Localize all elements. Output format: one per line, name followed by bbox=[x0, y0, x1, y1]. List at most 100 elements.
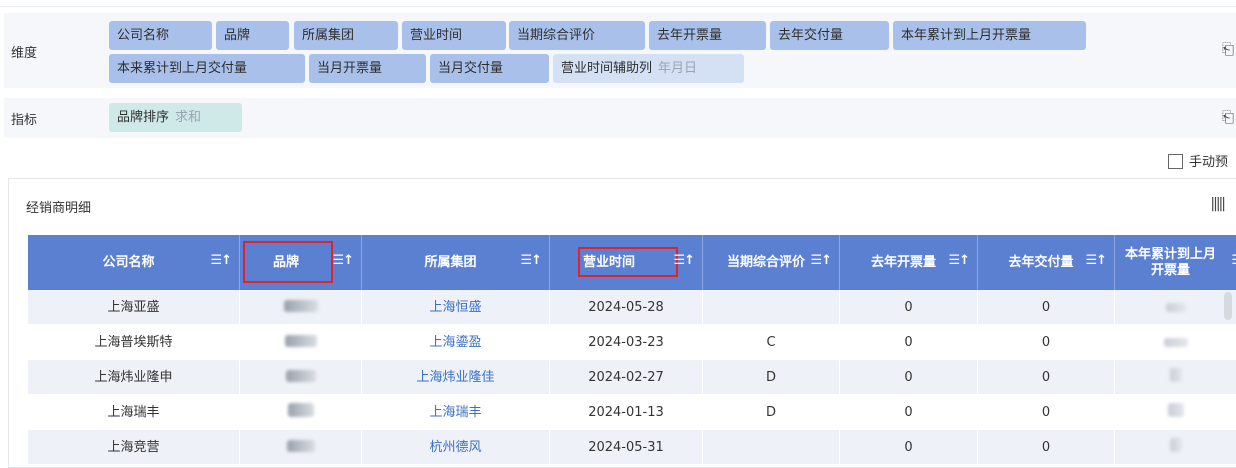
cell-group-link[interactable]: 上海瑞丰 bbox=[362, 395, 550, 430]
dimension-field-open-time[interactable]: 营业时间 bbox=[402, 21, 506, 50]
table-row[interactable]: 上海竞营 杭州德风 2024-05-31 0 0 bbox=[28, 430, 1236, 465]
column-header-company[interactable]: 公司名称 ☰↑ bbox=[28, 235, 240, 290]
cell-group-link[interactable]: 杭州德风 bbox=[362, 430, 550, 465]
table-row[interactable]: 上海亚盛 上海恒盛 2024-05-28 0 0 bbox=[28, 290, 1236, 325]
table-row[interactable]: 上海普埃斯特 上海鎏盈 2024-03-23 C 0 0 bbox=[28, 325, 1236, 360]
data-table: 公司名称 ☰↑ 品牌 ☰↑ 所属集团 ☰↑ 营业时间 ☰↑ 当期综合评价 ☰↑ 去年开票量… bbox=[28, 235, 1236, 465]
field-label: 去年交付量 bbox=[778, 28, 844, 43]
column-label: 公司名称 bbox=[102, 254, 155, 270]
cell-open-date: 2024-05-28 bbox=[550, 290, 703, 325]
column-label: 去年交付量 bbox=[1008, 254, 1074, 270]
field-label: 品牌排序 bbox=[117, 110, 170, 125]
column-header-ytd-invoice[interactable]: 本年累计到上月开票量 ☰ bbox=[1115, 235, 1236, 290]
cell-brand bbox=[240, 360, 362, 395]
cell-last-year-invoice: 0 bbox=[840, 290, 978, 325]
panel-title: 经销商明细 bbox=[26, 201, 92, 216]
column-header-rating[interactable]: 当期综合评价 ☰↑ bbox=[703, 235, 840, 290]
field-label: 当期综合评价 bbox=[517, 28, 596, 43]
redacted-text bbox=[283, 300, 318, 312]
dimension-field-company[interactable]: 公司名称 bbox=[109, 21, 212, 50]
dimension-field-rating[interactable]: 当期综合评价 bbox=[509, 21, 645, 50]
cell-ytd-invoice bbox=[1115, 290, 1236, 325]
sort-icon[interactable]: ☰↑ bbox=[810, 253, 832, 269]
column-label: 所属集团 bbox=[424, 254, 477, 270]
cell-rating bbox=[703, 290, 840, 325]
cell-last-year-delivery: 0 bbox=[978, 395, 1115, 430]
redacted-text bbox=[1169, 438, 1182, 452]
indicator-field-brand-sort[interactable]: 品牌排序 求和 bbox=[109, 103, 242, 132]
table-body: 上海亚盛 上海恒盛 2024-05-28 0 0 上海普埃斯特 上海鎏盈 202… bbox=[28, 290, 1236, 465]
dimension-field-group[interactable]: 所属集团 bbox=[294, 21, 398, 50]
column-header-last-year-invoice[interactable]: 去年开票量 ☰↑ bbox=[840, 235, 978, 290]
field-label: 营业时间辅助列 bbox=[561, 61, 653, 76]
redacted-text bbox=[286, 440, 315, 452]
dimension-field-brand[interactable]: 品牌 bbox=[216, 21, 289, 50]
dimension-field-ytd-delivery[interactable]: 本来累计到上月交付量 bbox=[109, 54, 305, 83]
field-sub-label: 求和 bbox=[175, 110, 202, 125]
cell-open-date: 2024-02-27 bbox=[550, 360, 703, 395]
dimension-field-month-delivery[interactable]: 当月交付量 bbox=[430, 54, 549, 83]
cell-rating: C bbox=[703, 325, 840, 360]
dimension-field-month-invoice[interactable]: 当月开票量 bbox=[309, 54, 426, 83]
manual-preview-toggle[interactable]: 手动预 bbox=[1168, 151, 1228, 170]
cell-last-year-delivery: 0 bbox=[978, 360, 1115, 395]
redacted-text bbox=[1169, 368, 1182, 382]
cell-open-date: 2024-05-31 bbox=[550, 430, 703, 465]
manual-preview-label: 手动预 bbox=[1189, 155, 1229, 170]
cell-open-date: 2024-01-13 bbox=[550, 395, 703, 430]
cell-brand bbox=[240, 325, 362, 360]
field-label: 当月交付量 bbox=[438, 61, 504, 76]
sort-icon[interactable]: ☰ bbox=[1231, 253, 1236, 269]
redacted-text bbox=[287, 403, 314, 417]
column-header-group[interactable]: 所属集团 ☰↑ bbox=[362, 235, 550, 290]
field-label: 本来累计到上月交付量 bbox=[117, 61, 248, 76]
dimension-field-open-time-helper[interactable]: 营业时间辅助列 年月日 bbox=[553, 54, 744, 83]
field-label: 公司名称 bbox=[117, 28, 170, 43]
table-row[interactable]: 上海瑞丰 上海瑞丰 2024-01-13 D 0 0 bbox=[28, 395, 1236, 430]
cell-brand bbox=[240, 395, 362, 430]
cell-company: 上海炜业隆申 bbox=[28, 360, 240, 395]
redacted-text bbox=[1165, 303, 1186, 312]
cell-brand bbox=[240, 290, 362, 325]
cell-group-link[interactable]: 上海炜业隆佳 bbox=[362, 360, 550, 395]
checkbox[interactable] bbox=[1168, 154, 1183, 169]
table-header: 公司名称 ☰↑ 品牌 ☰↑ 所属集团 ☰↑ 营业时间 ☰↑ 当期综合评价 ☰↑ 去年开票量… bbox=[28, 235, 1236, 290]
sort-icon[interactable]: ☰↑ bbox=[210, 253, 232, 269]
column-header-open-time[interactable]: 营业时间 ☰↑ bbox=[550, 235, 703, 290]
field-label: 营业时间 bbox=[410, 28, 463, 43]
column-header-brand[interactable]: 品牌 ☰↑ bbox=[240, 235, 362, 290]
cell-group-link[interactable]: 上海鎏盈 bbox=[362, 325, 550, 360]
table-row[interactable]: 上海炜业隆申 上海炜业隆佳 2024-02-27 D 0 0 bbox=[28, 360, 1236, 395]
cell-group-link[interactable]: 上海恒盛 bbox=[362, 290, 550, 325]
copy-icon[interactable]: ⎗ bbox=[1222, 40, 1234, 58]
dimension-field-last-year-delivery[interactable]: 去年交付量 bbox=[770, 21, 889, 50]
sort-icon[interactable]: ☰↑ bbox=[332, 253, 354, 269]
dimension-field-last-year-invoice[interactable]: 去年开票量 bbox=[649, 21, 766, 50]
cell-rating bbox=[703, 430, 840, 465]
cell-last-year-delivery: 0 bbox=[978, 290, 1115, 325]
indicators-label: 指标 bbox=[11, 113, 38, 128]
column-label: 去年开票量 bbox=[870, 254, 936, 270]
dimension-field-ytd-invoice[interactable]: 本年累计到上月开票量 bbox=[893, 21, 1086, 50]
highlight-box bbox=[578, 247, 678, 277]
cell-brand bbox=[240, 430, 362, 465]
sort-icon[interactable]: ☰↑ bbox=[520, 253, 542, 269]
highlight-box bbox=[243, 241, 333, 283]
field-label: 去年开票量 bbox=[657, 28, 723, 43]
copy-icon[interactable]: ⎗ bbox=[1222, 108, 1234, 126]
detail-panel: 经销商明细 ||||| 公司名称 ☰↑ 品牌 ☰↑ 所属集团 ☰↑ 营业时间 ☰↑ 当期… bbox=[8, 178, 1236, 468]
column-label: 本年累计到上月开票量 bbox=[1124, 246, 1216, 278]
redacted-text bbox=[285, 370, 316, 382]
cell-last-year-delivery: 0 bbox=[978, 430, 1115, 465]
sort-icon[interactable]: ☰↑ bbox=[673, 253, 695, 269]
redacted-text bbox=[284, 335, 317, 347]
chart-type-icon[interactable]: ||||| bbox=[1210, 196, 1226, 212]
column-label: 当期综合评价 bbox=[726, 254, 805, 270]
column-header-last-year-delivery[interactable]: 去年交付量 ☰↑ bbox=[978, 235, 1115, 290]
field-label: 当月开票量 bbox=[317, 61, 383, 76]
field-label: 所属集团 bbox=[302, 28, 355, 43]
cell-company: 上海普埃斯特 bbox=[28, 325, 240, 360]
sort-icon[interactable]: ☰↑ bbox=[1085, 253, 1107, 269]
sort-icon[interactable]: ☰↑ bbox=[948, 253, 970, 269]
vertical-scrollbar[interactable] bbox=[1224, 292, 1232, 320]
